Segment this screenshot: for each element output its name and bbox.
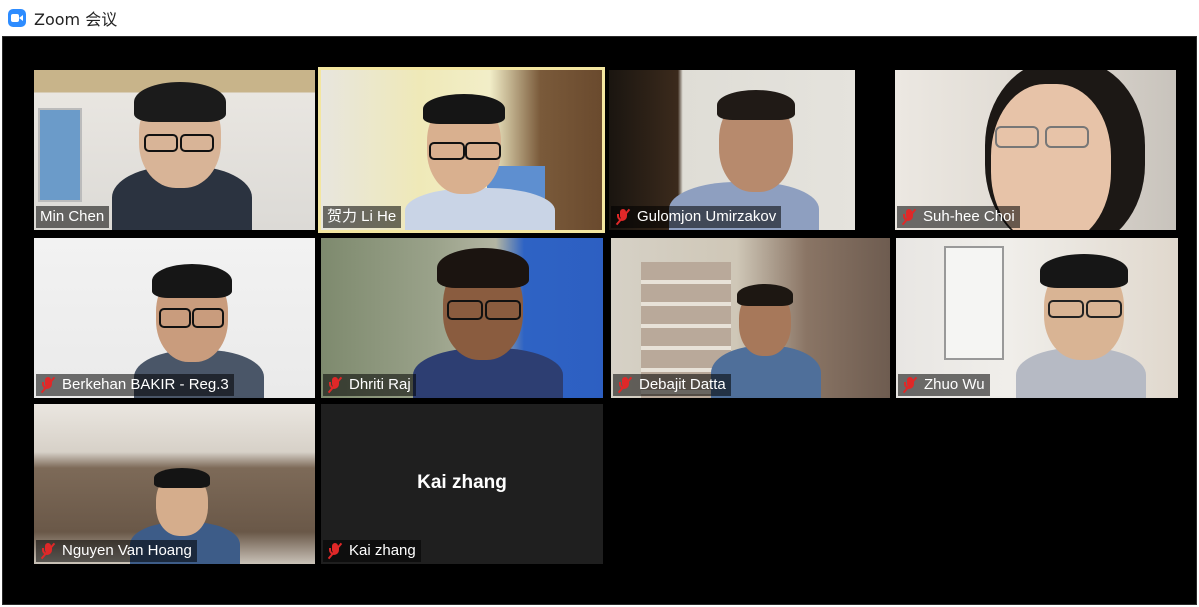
participant-name-label: Debajit Datta xyxy=(613,374,731,396)
mic-muted-icon xyxy=(902,376,918,394)
mic-muted-icon xyxy=(901,208,917,226)
gallery-view: Min Chen 贺力 Li He Gulomjon Umirzakov Suh… xyxy=(2,36,1197,605)
participant-name-label: Zhuo Wu xyxy=(898,374,990,396)
mic-muted-icon xyxy=(617,376,633,394)
participant-center-name: Kai zhang xyxy=(417,472,507,493)
zoom-camera-icon xyxy=(8,9,26,27)
participant-name-label: Suh-hee Choi xyxy=(897,206,1020,228)
mic-muted-icon xyxy=(615,208,631,226)
mic-muted-icon xyxy=(40,376,56,394)
participant-tile-video-off[interactable]: Kai zhang Kai zhang xyxy=(321,404,603,564)
participant-tile[interactable]: Nguyen Van Hoang xyxy=(34,404,315,564)
title-bar: Zoom 会议 xyxy=(0,0,1199,36)
participant-tile[interactable]: Suh-hee Choi xyxy=(895,70,1176,230)
participant-name-label: Dhriti Raj xyxy=(323,374,416,396)
participant-tile[interactable]: Debajit Datta xyxy=(611,238,890,398)
participant-name-label: Min Chen xyxy=(36,206,110,228)
participant-name-label: Nguyen Van Hoang xyxy=(36,540,197,562)
participant-tile-active-speaker[interactable]: 贺力 Li He xyxy=(318,67,605,233)
window-title: Zoom 会议 xyxy=(34,10,118,29)
mic-muted-icon xyxy=(327,376,343,394)
participant-tile[interactable]: Dhriti Raj xyxy=(321,238,603,398)
participant-tile[interactable]: Berkehan BAKIR - Reg.3 xyxy=(34,238,315,398)
participant-tile[interactable]: Min Chen xyxy=(34,70,315,230)
participant-name-label: Kai zhang xyxy=(323,540,421,562)
participant-name-label: 贺力 Li He xyxy=(323,206,402,228)
mic-muted-icon xyxy=(40,542,56,560)
participant-tile[interactable]: Zhuo Wu xyxy=(896,238,1178,398)
participant-tile[interactable]: Gulomjon Umirzakov xyxy=(609,70,855,230)
participant-name-label: Berkehan BAKIR - Reg.3 xyxy=(36,374,234,396)
participant-name-label: Gulomjon Umirzakov xyxy=(611,206,782,228)
mic-muted-icon xyxy=(327,542,343,560)
